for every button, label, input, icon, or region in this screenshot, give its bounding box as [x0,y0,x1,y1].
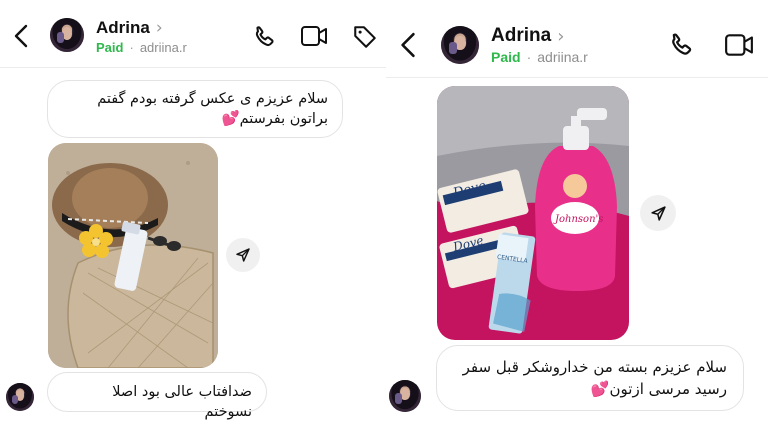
photo-dove-johnsons-products-icon: Dove Dove Johnson's CENTELLA [437,86,629,340]
emoji-heart: 💕 [590,380,610,398]
share-button[interactable] [640,195,676,231]
username-handle: adriina.r [139,40,187,55]
message-image[interactable] [48,143,218,368]
message-bubble-text[interactable]: ضدافتاب عالی بود اصلا نسوختم [47,372,267,420]
separator-dot: · [129,40,134,55]
tag-icon[interactable] [352,24,378,50]
chat-header: Adrina › Paid · adriina.r [0,0,386,68]
separator-dot: · [526,49,532,65]
left-chat-screen: Adrina › Paid · adriina.r سلام عزیزم ی ع… [0,0,386,433]
chevron-right-icon[interactable]: › [156,18,163,38]
avatar[interactable] [441,26,479,64]
chevron-right-icon[interactable]: › [557,26,564,47]
share-button[interactable] [226,238,260,272]
avatar[interactable] [50,18,84,52]
phone-icon[interactable] [668,31,696,59]
message-bubble-text[interactable]: سلام عزیزم بسته من خداروشکر قبل سفر رسید… [436,345,744,411]
contact-name[interactable]: Adrina [491,25,551,47]
sender-avatar[interactable] [6,383,34,411]
video-icon[interactable] [300,24,328,48]
chat-header: Adrina › Paid · adriina.r [386,0,768,78]
send-icon [650,205,666,221]
photo-hat-beach-bag-sunscreen-icon [48,143,218,368]
paid-badge: Paid [96,40,124,55]
message-text: سلام عزیزم ی عکس گرفته بودم گفتم براتون … [97,91,328,127]
video-icon[interactable] [724,32,754,58]
emoji-heart: 💕 [221,111,240,127]
username-handle: adriina.r [537,49,588,65]
send-icon [236,248,250,262]
message-text: ضدافتاب عالی بود اصلا نسوختم [112,384,252,420]
phone-icon[interactable] [252,24,278,50]
product-label: Johnson's [553,214,603,225]
message-image[interactable]: Dove Dove Johnson's CENTELLA [437,86,629,340]
contact-name[interactable]: Adrina [96,18,150,38]
paid-badge: Paid [491,49,521,65]
message-bubble-text[interactable]: سلام عزیزم ی عکس گرفته بودم گفتم براتون … [47,80,343,138]
sender-avatar[interactable] [389,380,421,412]
back-icon[interactable] [398,32,418,58]
right-chat-screen: Adrina › Paid · adriina.r Dove Dove John… [386,0,768,433]
back-icon[interactable] [12,24,30,48]
